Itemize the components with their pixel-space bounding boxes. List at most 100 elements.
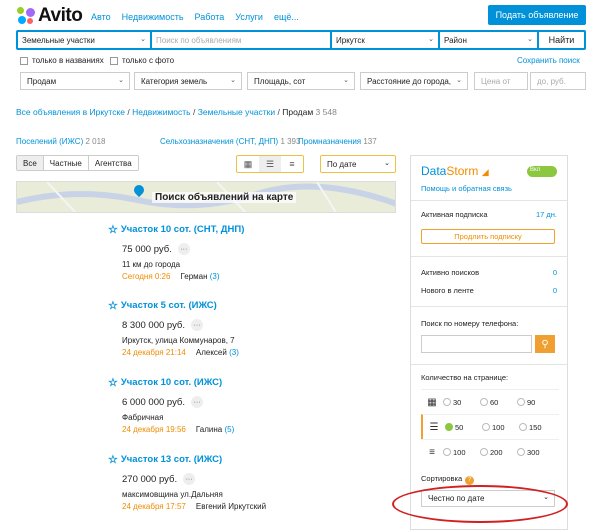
chevron-down-icon: ⌄: [230, 77, 236, 84]
divider: [411, 200, 567, 201]
radio-label: 100: [492, 422, 505, 432]
listing-price: 8 300 000 руб.: [122, 319, 186, 331]
area-select[interactable]: Площадь, сот ⌄: [247, 72, 355, 90]
tab-all[interactable]: Все: [17, 156, 44, 170]
listing-seller: Галина: [195, 425, 223, 434]
breadcrumb-all[interactable]: Все объявления в Иркутске: [16, 107, 125, 117]
price-from-input[interactable]: Цена от: [474, 72, 528, 90]
find-button[interactable]: Найти: [539, 32, 584, 48]
result-count: 3 548: [315, 107, 337, 117]
subcategory-industrial[interactable]: Промназначения 137: [298, 137, 377, 146]
subscription-label: Активная подписка: [421, 210, 488, 219]
divider: [411, 256, 567, 257]
radio-label: 300: [527, 447, 540, 457]
price-to-input[interactable]: до, руб.: [530, 72, 586, 90]
category-select[interactable]: Земельные участки ⌄: [18, 32, 150, 48]
seller-ad-count[interactable]: (3): [229, 348, 239, 357]
listing-price: 6 000 000 руб.: [122, 396, 186, 408]
post-ad-button[interactable]: Подать объявление: [488, 5, 586, 25]
per-page-radio[interactable]: 300: [517, 448, 551, 457]
titles-only-checkbox[interactable]: только в названиях: [20, 56, 104, 65]
radio-circle: [517, 398, 525, 406]
listing-title[interactable]: Участок 10 сот. (СНТ, ДНП): [121, 224, 245, 235]
star-icon[interactable]: ☆: [108, 453, 118, 466]
district-value: Район: [444, 35, 467, 45]
land-category-select[interactable]: Категория земель ⌄: [134, 72, 242, 90]
tab-private[interactable]: Частные: [44, 156, 89, 170]
district-select[interactable]: Район ⌄: [440, 32, 537, 48]
nav-realty[interactable]: Недвижимость: [122, 12, 184, 22]
per-page-radio[interactable]: 150: [519, 423, 553, 432]
subcategory-izhs[interactable]: Поселений (ИЖС) 2 018: [16, 137, 106, 146]
distance-select[interactable]: Расстояние до города, ⌄: [360, 72, 468, 90]
radio-circle: [519, 423, 527, 431]
radio-circle: [443, 398, 451, 406]
more-icon[interactable]: ···: [191, 319, 204, 331]
breadcrumb-realty[interactable]: Недвижимость: [132, 107, 190, 117]
per-page-radio[interactable]: 100: [443, 448, 477, 457]
listing-item: ☆ Участок 13 сот. (ИЖС) 270 000 руб. ··· м…: [108, 453, 368, 511]
breadcrumb-land[interactable]: Земельные участки: [198, 107, 275, 117]
listing-title[interactable]: Участок 10 сот. (ИЖС): [121, 377, 222, 388]
listing-item: ☆ Участок 10 сот. (ИЖС) 6 000 000 руб. ···…: [108, 376, 368, 434]
radio-circle: [480, 448, 488, 456]
deal-select[interactable]: Продам ⌄: [20, 72, 130, 90]
sort-value: По дате: [327, 159, 357, 169]
star-icon[interactable]: ☆: [108, 223, 118, 236]
subcategory-label: Промназначения: [298, 137, 362, 146]
search-input[interactable]: Поиск по объявлениям: [152, 32, 330, 48]
radio-label: 30: [453, 397, 462, 407]
search-bar: Земельные участки ⌄ Поиск по объявлениям …: [16, 30, 586, 50]
active-searches-value: 0: [552, 268, 557, 277]
listing-seller: Евгений Иркутский: [195, 502, 267, 511]
subcategory-count: 137: [363, 137, 377, 146]
phone-input[interactable]: [421, 335, 532, 353]
seller-ad-count[interactable]: (5): [224, 425, 234, 434]
sort-label: Сортировка: [421, 474, 463, 483]
sort-select[interactable]: По дате ⌄: [320, 155, 396, 173]
nav-jobs[interactable]: Работа: [195, 12, 225, 22]
map-banner[interactable]: Поиск объявлений на карте: [16, 181, 396, 213]
per-page-radio[interactable]: 90: [517, 398, 551, 407]
with-photo-checkbox[interactable]: только с фото: [110, 56, 174, 65]
listing-seller: Герман: [180, 272, 208, 281]
checkbox-label: только в названиях: [32, 56, 104, 65]
search-placeholder: Поиск по объявлениям: [156, 35, 242, 45]
save-search-link[interactable]: Сохранить поиск: [517, 56, 580, 65]
nav-more[interactable]: ещё...: [274, 12, 299, 22]
tab-agencies[interactable]: Агентства: [89, 156, 138, 170]
per-page-radio[interactable]: 100: [482, 423, 516, 432]
more-icon[interactable]: ···: [177, 243, 190, 255]
search-icon[interactable]: ⚲: [535, 335, 555, 353]
category-value: Земельные участки: [22, 35, 95, 45]
per-page-radio[interactable]: 60: [480, 398, 514, 407]
extend-subscription-button[interactable]: Продлить подписку: [421, 229, 555, 244]
star-icon[interactable]: ☆: [108, 299, 118, 312]
star-icon[interactable]: ☆: [108, 376, 118, 389]
nav-auto[interactable]: Авто: [91, 12, 111, 22]
datastorm-logo: DataStorm ◢: [421, 164, 489, 178]
radio-circle: [443, 448, 451, 456]
more-icon[interactable]: ···: [191, 396, 204, 408]
per-page-radio[interactable]: 50: [445, 423, 479, 432]
list-view-icon[interactable]: ☰: [259, 156, 281, 172]
avito-logo[interactable]: Avito: [16, 5, 83, 26]
listing-title[interactable]: Участок 5 сот. (ИЖС): [121, 300, 217, 311]
grid-view-icon[interactable]: ▦: [237, 156, 259, 172]
seller-ad-count[interactable]: (3): [210, 272, 220, 281]
nav-services[interactable]: Услуги: [235, 12, 263, 22]
help-link[interactable]: Помощь и обратная связь: [421, 184, 512, 193]
grid-view-icon: ▦: [427, 396, 437, 408]
listing-item: ☆ Участок 5 сот. (ИЖС) 8 300 000 руб. ··· …: [108, 299, 368, 357]
brand-part-b: Storm: [446, 164, 479, 178]
listing-title[interactable]: Участок 13 сот. (ИЖС): [121, 454, 222, 465]
more-icon[interactable]: ···: [183, 473, 196, 485]
subcategory-snt[interactable]: Сельхозназначения (СНТ, ДНП) 1 393: [160, 137, 300, 146]
per-page-radio[interactable]: 200: [480, 448, 514, 457]
compact-view-icon[interactable]: ≡: [281, 156, 303, 172]
enable-toggle[interactable]: Вкл: [527, 166, 557, 177]
phone-search-label: Поиск по номеру телефона:: [421, 319, 519, 328]
per-page-radio[interactable]: 30: [443, 398, 477, 407]
help-icon[interactable]: ?: [465, 475, 475, 485]
city-select[interactable]: Иркутск ⌄: [332, 32, 438, 48]
